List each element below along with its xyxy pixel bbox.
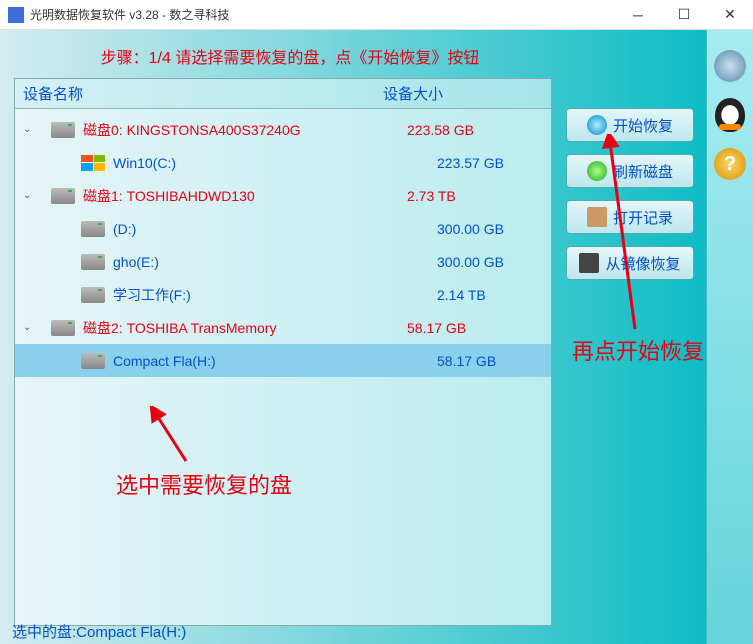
disk-row[interactable]: ⌄ 磁盘0: KINGSTONSA400S37240G 223.58 GB: [15, 113, 551, 146]
partition-row[interactable]: (D:) 300.00 GB: [15, 212, 551, 245]
tree-header: 设备名称 设备大小: [15, 79, 551, 109]
start-recover-button[interactable]: 开始恢复: [566, 108, 694, 142]
disk-row[interactable]: ⌄ 磁盘1: TOSHIBAHDWD130 2.73 TB: [15, 179, 551, 212]
partition-label: 学习工作(F:): [113, 285, 437, 305]
partition-row[interactable]: 学习工作(F:) 2.14 TB: [15, 278, 551, 311]
disk-icon: [51, 320, 75, 336]
window-title: 光明数据恢复软件 v3.28 - 数之寻科技: [30, 6, 229, 23]
partition-size: 300.00 GB: [437, 254, 504, 270]
chevron-down-icon: ⌄: [23, 190, 37, 201]
disk-size: 58.17 GB: [407, 320, 466, 336]
close-button[interactable]: ✕: [707, 0, 753, 30]
disk-label: 磁盘0: KINGSTONSA400S37240G: [83, 120, 407, 140]
disk-label: 磁盘1: TOSHIBAHDWD130: [83, 186, 407, 206]
button-panel: 开始恢复 刷新磁盘 打开记录 从镜像恢复: [566, 108, 694, 292]
help-icon[interactable]: ?: [714, 148, 746, 180]
disk-icon: [51, 188, 75, 204]
refresh-disk-label: 刷新磁盘: [613, 161, 673, 182]
partition-row[interactable]: gho(E:) 300.00 GB: [15, 245, 551, 278]
start-recover-label: 开始恢复: [613, 115, 673, 136]
partition-icon: [81, 353, 105, 369]
partition-icon: [81, 254, 105, 270]
partition-label: gho(E:): [113, 254, 437, 270]
device-panel: 设备名称 设备大小 ⌄ 磁盘0: KINGSTONSA400S37240G 22…: [14, 78, 552, 626]
partition-label: Compact Fla(H:): [113, 353, 437, 369]
chevron-down-icon: ⌄: [23, 124, 37, 135]
disk-label: 磁盘2: TOSHIBA TransMemory: [83, 318, 407, 338]
disk-size: 2.73 TB: [407, 188, 456, 204]
column-name[interactable]: 设备名称: [15, 83, 383, 104]
search-icon: [587, 115, 607, 135]
qq-icon[interactable]: [715, 98, 745, 132]
disk-icon: [51, 122, 75, 138]
open-log-label: 打开记录: [613, 207, 673, 228]
disk-size: 223.58 GB: [407, 122, 474, 138]
titlebar: 光明数据恢复软件 v3.28 - 数之寻科技 ─ ☐ ✕: [0, 0, 753, 30]
chevron-down-icon: ⌄: [23, 322, 37, 333]
partition-label: (D:): [113, 221, 437, 237]
partition-icon: [81, 287, 105, 303]
right-sidebar: ?: [706, 30, 753, 644]
partition-size: 2.14 TB: [437, 287, 486, 303]
refresh-disk-button[interactable]: 刷新磁盘: [566, 154, 694, 188]
partition-icon: [81, 221, 105, 237]
folder-icon: [587, 207, 607, 227]
partition-label: Win10(C:): [113, 155, 437, 171]
refresh-icon: [587, 161, 607, 181]
partition-row[interactable]: Win10(C:) 223.57 GB: [15, 146, 551, 179]
main-area: 步骤：1/4 请选择需要恢复的盘，点《开始恢复》按钮 设备名称 设备大小 ⌄ 磁…: [0, 30, 753, 644]
partition-row[interactable]: Compact Fla(H:) 58.17 GB: [15, 344, 551, 377]
minimize-button[interactable]: ─: [615, 0, 661, 30]
from-mirror-button[interactable]: 从镜像恢复: [566, 246, 694, 280]
partition-size: 300.00 GB: [437, 221, 504, 237]
tree-body: ⌄ 磁盘0: KINGSTONSA400S37240G 223.58 GB Wi…: [15, 109, 551, 377]
maximize-button[interactable]: ☐: [661, 0, 707, 30]
column-size[interactable]: 设备大小: [383, 83, 551, 104]
from-mirror-label: 从镜像恢复: [605, 253, 680, 274]
windows-drive-icon: [81, 155, 105, 171]
gear-icon[interactable]: [714, 50, 746, 82]
mirror-icon: [579, 253, 599, 273]
partition-size: 223.57 GB: [437, 155, 504, 171]
partition-size: 58.17 GB: [437, 353, 496, 369]
app-icon: [8, 7, 24, 23]
status-bar: 选中的盘:Compact Fla(H:): [12, 621, 186, 642]
annotation-click-start: 再点开始恢复: [572, 334, 704, 366]
step-instruction: 步骤：1/4 请选择需要恢复的盘，点《开始恢复》按钮: [14, 44, 706, 68]
disk-row[interactable]: ⌄ 磁盘2: TOSHIBA TransMemory 58.17 GB: [15, 311, 551, 344]
open-log-button[interactable]: 打开记录: [566, 200, 694, 234]
